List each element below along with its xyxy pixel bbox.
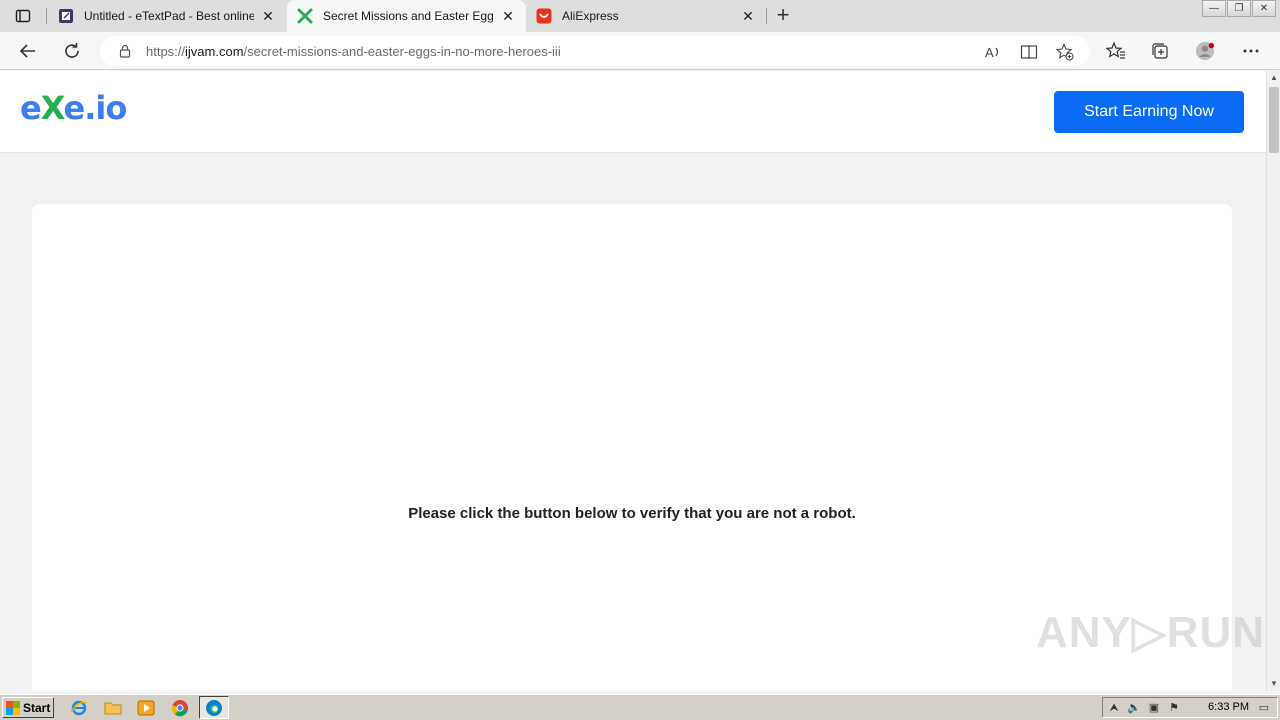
immersive-reader-icon[interactable] (1020, 43, 1038, 61)
browser-toolbar: https://ijvam.com/secret-missions-and-ea… (0, 32, 1280, 70)
close-tab-icon[interactable]: ✕ (260, 8, 276, 25)
tab-secret-missions[interactable]: Secret Missions and Easter Eggs in No Mo… (287, 0, 526, 32)
start-label: Start (23, 700, 51, 715)
page-scrollbar[interactable]: ▲ ▼ (1266, 71, 1280, 691)
read-aloud-icon[interactable]: A (984, 43, 1002, 61)
exe-io-favicon-icon (297, 8, 313, 24)
tab-title: AliExpress (562, 9, 619, 23)
file-explorer-icon[interactable] (104, 699, 122, 717)
site-header: eXe.io Start Earning Now (0, 71, 1266, 153)
back-arrow-icon (19, 44, 35, 58)
tab-title: Secret Missions and Easter Eggs in No Mo… (323, 9, 494, 23)
window-controls: — ❐ ✕ (1201, 0, 1276, 18)
scroll-down-arrow-icon[interactable]: ▼ (1267, 677, 1280, 691)
taskbar: Start ⮝ 🔈 ▣ ⚑ 6:33 PM ▭ (0, 694, 1280, 720)
start-button[interactable]: Start (2, 697, 54, 718)
network-icon[interactable]: ▣ (1147, 701, 1161, 715)
edge-icon[interactable] (199, 696, 229, 719)
minimize-button[interactable]: — (1202, 0, 1226, 17)
logo-part: e (20, 89, 42, 127)
logo-part: X (40, 89, 65, 127)
internet-explorer-icon[interactable] (70, 699, 88, 717)
logo-part: e.io (63, 89, 128, 127)
chrome-icon[interactable] (171, 699, 189, 717)
tab-aliexpress[interactable]: AliExpress ✕ (526, 0, 766, 32)
clock[interactable]: 6:33 PM (1208, 701, 1249, 713)
anyrun-watermark: ANY▷RUN (1036, 608, 1266, 657)
new-tab-button[interactable]: + (772, 4, 794, 26)
svg-text:A: A (985, 45, 994, 60)
url-path: /secret-missions-and-easter-eggs-in-no-m… (243, 43, 561, 59)
refresh-icon (65, 43, 79, 58)
aliexpress-icon (536, 8, 552, 24)
lock-icon[interactable] (118, 44, 132, 58)
back-button[interactable] (17, 40, 39, 62)
more-options-icon[interactable] (1241, 41, 1261, 61)
media-player-icon[interactable] (137, 699, 155, 717)
profile-avatar-icon[interactable] (1195, 41, 1215, 61)
url-text[interactable]: https://ijvam.com/secret-missions-and-ea… (146, 44, 561, 59)
collections-icon[interactable] (1150, 41, 1170, 61)
scroll-up-arrow-icon[interactable]: ▲ (1267, 71, 1280, 85)
tab-separator (46, 8, 47, 24)
show-desktop-icon[interactable]: ▭ (1257, 701, 1271, 715)
action-center-flag-icon[interactable]: ⚑ (1167, 701, 1181, 715)
close-window-button[interactable]: ✕ (1252, 0, 1276, 17)
address-bar[interactable]: https://ijvam.com/secret-missions-and-ea… (100, 36, 1090, 66)
show-hidden-icons-icon[interactable]: ⮝ (1107, 701, 1121, 715)
verify-message: Please click the button below to verify … (408, 505, 856, 522)
tab-title: Untitled - eTextPad - Best online Notepa… (84, 9, 254, 23)
add-favorite-icon[interactable] (1056, 43, 1074, 61)
volume-icon[interactable]: 🔈 (1127, 701, 1141, 715)
tab-separator (766, 8, 767, 24)
close-tab-icon[interactable]: ✕ (500, 8, 516, 25)
tab-etextpad[interactable]: Untitled - eTextPad - Best online Notepa… (48, 0, 286, 32)
refresh-button[interactable] (61, 40, 83, 62)
scroll-thumb[interactable] (1269, 87, 1279, 153)
url-scheme: https:// (146, 43, 186, 59)
tab-actions-icon[interactable] (8, 6, 38, 26)
etextpad-icon (58, 8, 74, 24)
system-tray: ⮝ 🔈 ▣ ⚑ 6:33 PM ▭ (1102, 697, 1278, 718)
restore-button[interactable]: ❐ (1227, 0, 1251, 17)
close-tab-icon[interactable]: ✕ (740, 8, 756, 25)
favorites-icon[interactable] (1106, 41, 1126, 61)
url-host: ijvam.com (185, 43, 244, 59)
web-page: eXe.io Start Earning Now Please click th… (0, 71, 1266, 691)
tab-bar: Untitled - eTextPad - Best online Notepa… (0, 0, 1280, 32)
windows-logo-icon (6, 700, 20, 715)
start-earning-button[interactable]: Start Earning Now (1054, 91, 1244, 133)
exe-io-logo[interactable]: eXe.io (20, 89, 128, 127)
